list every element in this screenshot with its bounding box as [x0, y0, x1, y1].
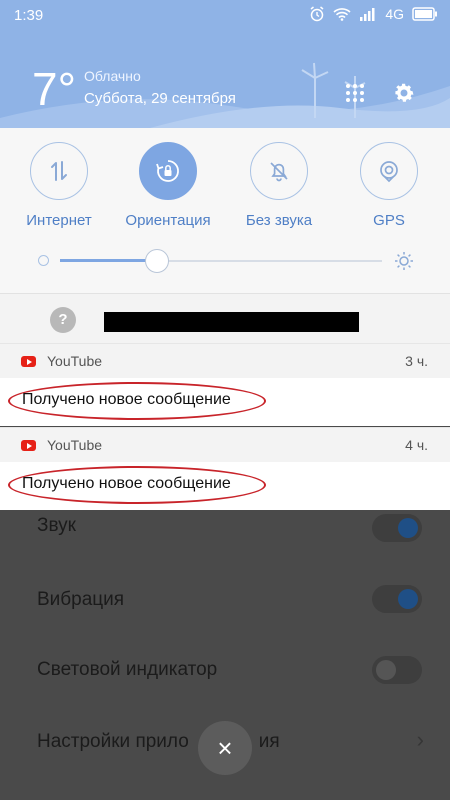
brightness-high-icon — [395, 252, 413, 270]
vibration-toggle[interactable] — [372, 585, 422, 613]
led-toggle[interactable] — [372, 656, 422, 684]
tile-internet[interactable]: Интернет — [9, 142, 109, 229]
tile-silent[interactable]: Без звука — [229, 142, 329, 229]
redacted-row: ? — [0, 293, 450, 343]
tile-gps-label: GPS — [373, 212, 405, 229]
gear-icon[interactable] — [391, 80, 417, 106]
notification-youtube-1[interactable]: YouTube 3 ч. Получено новое сообщение — [0, 343, 450, 426]
alarm-icon — [310, 6, 324, 22]
setting-led-label: Световой индикатор — [37, 659, 218, 680]
tile-gps[interactable]: GPS — [339, 142, 439, 229]
notification-text: Получено новое сообщение — [22, 391, 231, 408]
brightness-low-icon — [38, 255, 49, 266]
help-icon: ? — [50, 307, 76, 333]
notification-shade-header: 1:39 4G 7° Облачно Суббота, 29 сентября — [0, 0, 450, 128]
weather-condition: Облачно — [84, 68, 141, 84]
wifi-icon — [333, 8, 351, 21]
youtube-icon — [21, 356, 36, 367]
setting-vibration-label: Вибрация — [37, 589, 125, 610]
status-bar: 1:39 4G — [0, 0, 450, 32]
tile-silent-label: Без звука — [245, 212, 313, 229]
youtube-icon — [21, 440, 36, 451]
quick-settings-panel: Интернет Ориентация Без звука GPS — [0, 128, 450, 293]
grid-icon[interactable] — [342, 80, 368, 106]
setting-sound-label: Звук — [37, 515, 76, 536]
rotation-lock-icon — [139, 142, 197, 200]
brightness-slider[interactable] — [38, 248, 414, 274]
battery-icon — [412, 7, 437, 21]
status-icons: 4G — [309, 6, 438, 22]
sound-toggle[interactable] — [372, 514, 422, 542]
notification-app-name: YouTube — [47, 353, 103, 369]
tile-internet-label: Интернет — [26, 212, 92, 229]
bell-off-icon — [250, 142, 308, 200]
weather-temperature: 7° — [32, 63, 76, 115]
notification-app-name: YouTube — [47, 437, 103, 453]
close-icon[interactable]: × — [198, 721, 252, 775]
network-type: 4G — [385, 6, 404, 22]
tile-orientation-label: Ориентация — [125, 212, 211, 229]
data-arrows-icon — [30, 142, 88, 200]
brightness-fill — [60, 259, 158, 262]
location-icon — [360, 142, 418, 200]
notification-youtube-2[interactable]: YouTube 4 ч. Получено новое сообщение — [0, 427, 450, 510]
status-time: 1:39 — [14, 7, 44, 24]
redaction-bar — [104, 312, 359, 332]
brightness-handle[interactable] — [145, 249, 169, 273]
signal-icon — [360, 8, 375, 21]
chevron-right-icon: › — [416, 727, 424, 752]
notification-time: 4 ч. — [405, 437, 428, 453]
notification-text: Получено новое сообщение — [22, 475, 231, 492]
weather-date: Суббота, 29 сентября — [84, 90, 236, 107]
notification-time: 3 ч. — [405, 353, 428, 369]
tile-orientation[interactable]: Ориентация — [118, 142, 218, 229]
